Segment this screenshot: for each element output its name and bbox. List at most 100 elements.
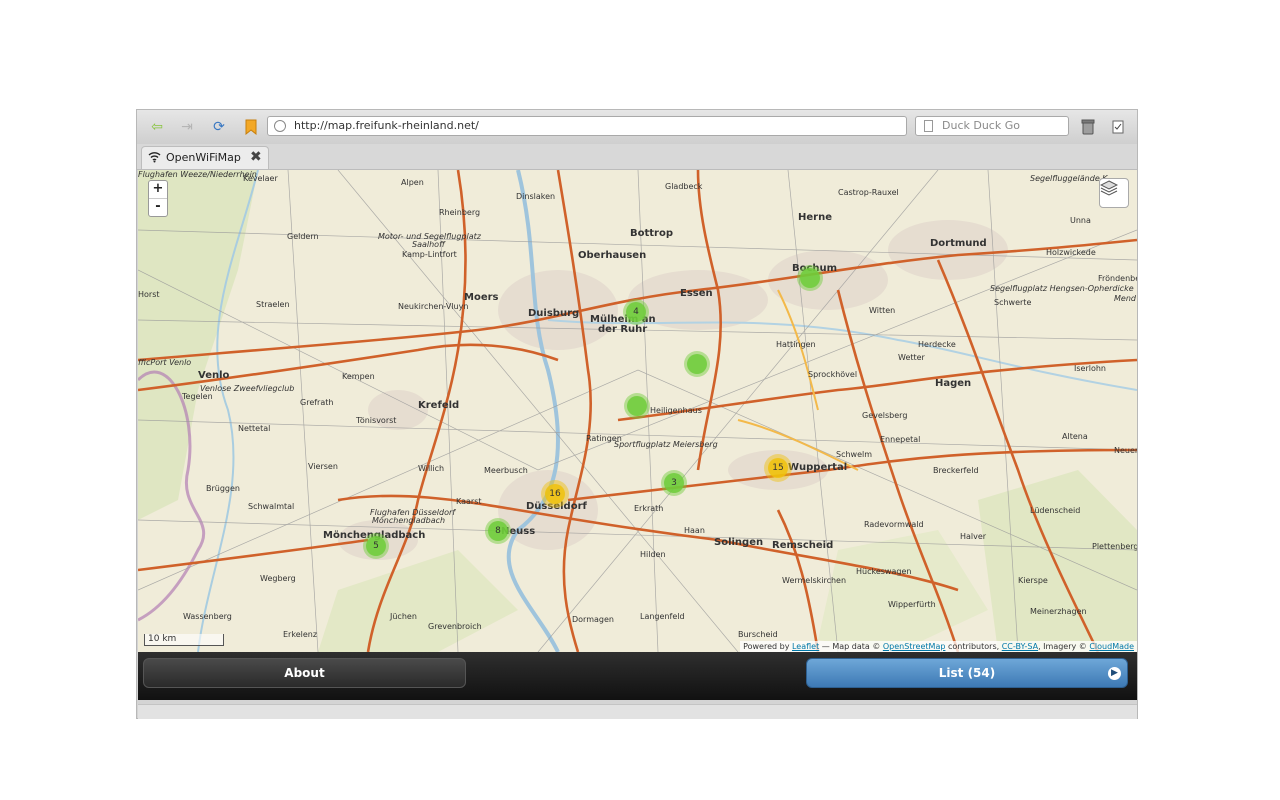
place-label: Grevenbroich [428, 622, 482, 631]
place-label: Rheinberg [439, 208, 481, 217]
place-label: Meinerzhagen [1030, 607, 1087, 616]
about-button[interactable]: About [143, 658, 466, 688]
place-label: Wuppertal [788, 462, 848, 473]
list-button[interactable]: List (54) ▶ [806, 658, 1128, 688]
place-label: Kaarst [456, 497, 482, 506]
place-label: Viersen [308, 462, 338, 471]
place-label: Grefrath [300, 398, 334, 407]
place-label: Mend [1114, 294, 1136, 303]
place-label: Haan [684, 526, 705, 535]
place-label: Schwelm [836, 450, 873, 459]
place-label: Dinslaken [516, 192, 556, 201]
place-label: Saalhoff [412, 240, 445, 249]
place-label: Bottrop [630, 228, 674, 239]
place-label: Breckerfeld [933, 466, 979, 475]
place-label: Venlose Zweefvliegclub [200, 384, 295, 393]
list-button-label: List (54) [938, 666, 996, 680]
document-icon [924, 120, 933, 132]
place-label: Schwerte [994, 298, 1032, 307]
marker-cluster-5[interactable]: 5 [363, 533, 389, 559]
place-label: Nettetal [238, 424, 271, 433]
tab-openwifimap[interactable]: OpenWiFiMap ✖ [141, 146, 269, 169]
place-label: Hagen [935, 378, 972, 389]
place-label: Geldern [287, 232, 319, 241]
place-label: Gladbeck [665, 182, 703, 191]
leaflet-link[interactable]: Leaflet [792, 642, 819, 651]
url-text: http://map.freifunk-rheinland.net/ [294, 119, 479, 132]
place-label: Sprockhövel [808, 370, 858, 379]
marker-cluster-essen-south[interactable] [684, 351, 710, 377]
place-label: Duisburg [528, 308, 580, 319]
globe-icon [274, 120, 286, 132]
zoom-out-button[interactable]: - [149, 198, 167, 216]
place-label: Hattingen [776, 340, 816, 349]
place-label: Schwalmtal [248, 502, 295, 511]
bookmark-icon[interactable] [239, 116, 263, 138]
place-label: Moers [464, 292, 499, 303]
place-label: Horst [138, 290, 160, 299]
place-label: Wassenberg [183, 612, 232, 621]
zoom-in-button[interactable]: + [149, 181, 167, 198]
layers-icon[interactable] [1099, 178, 1129, 208]
back-arrow-icon[interactable]: ⇦ [145, 116, 169, 138]
cloudmade-link[interactable]: CloudMade [1089, 642, 1134, 651]
trash-icon[interactable] [1076, 116, 1100, 138]
place-label: Remscheid [772, 540, 834, 551]
marker-cluster-3[interactable]: 3 [661, 470, 687, 496]
place-label: Oberhausen [578, 250, 647, 261]
place-label: Fröndenberg [1098, 274, 1137, 283]
search-placeholder: Duck Duck Go [942, 119, 1020, 132]
place-label: Unna [1070, 216, 1091, 225]
search-input[interactable]: Duck Duck Go [915, 116, 1069, 136]
place-label: Segelflugplatz Hengsen-Opherdicke [990, 284, 1134, 293]
place-label: Plettenberg [1092, 542, 1137, 551]
place-label: Alpen [401, 178, 424, 187]
wifi-icon [148, 151, 161, 166]
place-label: Halver [960, 532, 987, 541]
map-view[interactable]: Bottrop Oberhausen Herne Dortmund Bochum… [138, 170, 1137, 652]
place-label: Solingen [714, 537, 764, 548]
place-label: Witten [869, 306, 896, 315]
place-label: Neukirchen-Vluyn [398, 302, 469, 311]
place-label: Burscheid [738, 630, 778, 639]
place-label: Hückeswagen [856, 567, 912, 576]
browser-window: ⇦ ⇥ ⟳ http://map.freifunk-rheinland.net/… [136, 109, 1138, 719]
marker-cluster-8[interactable]: 8 [485, 518, 511, 544]
place-label: Holzwickede [1046, 248, 1096, 257]
marker-cluster-heiligenhaus[interactable] [624, 393, 650, 419]
place-label: Wermelskirchen [782, 576, 847, 585]
place-label: Willich [418, 464, 445, 473]
close-icon[interactable]: ✖ [250, 149, 262, 165]
bottom-bar: About List (54) ▶ [138, 652, 1137, 700]
browser-toolbar: ⇦ ⇥ ⟳ http://map.freifunk-rheinland.net/… [137, 110, 1137, 145]
place-label: Mönchengladbach [372, 516, 446, 525]
osm-link[interactable]: OpenStreetMap [883, 642, 946, 651]
url-bar[interactable]: http://map.freifunk-rheinland.net/ [267, 116, 907, 136]
place-label: Dortmund [930, 238, 987, 249]
marker-cluster-16[interactable]: 16 [541, 480, 569, 508]
forward-icon[interactable]: ⇥ [175, 116, 199, 138]
place-label: Altena [1062, 432, 1088, 441]
chevron-right-icon: ▶ [1108, 667, 1121, 680]
marker-cluster-bochum[interactable] [797, 265, 823, 291]
place-label: Meerbusch [484, 466, 528, 475]
place-label: Iserlohn [1074, 364, 1106, 373]
marker-cluster-4[interactable]: 4 [623, 299, 649, 325]
tab-title: OpenWiFiMap [166, 151, 241, 164]
place-label: Straelen [256, 300, 290, 309]
place-label: Krefeld [418, 400, 460, 411]
place-label: der Ruhr [598, 324, 648, 335]
reload-icon[interactable]: ⟳ [207, 116, 231, 138]
license-link[interactable]: CC-BY-SA [1002, 642, 1038, 651]
checklist-icon[interactable] [1106, 116, 1130, 138]
place-label: Erkrath [634, 504, 664, 513]
place-label: Kamp-Lintfort [402, 250, 457, 259]
place-label: Erkelenz [283, 630, 318, 639]
place-label: Kierspe [1018, 576, 1048, 585]
marker-cluster-15[interactable]: 15 [764, 454, 792, 482]
tab-bar: OpenWiFiMap ✖ [137, 144, 1137, 170]
status-bar [138, 704, 1137, 719]
scale-bar: 10 km [144, 634, 224, 646]
place-label: Heiligenhaus [650, 406, 702, 415]
place-label: Langenfeld [640, 612, 685, 621]
